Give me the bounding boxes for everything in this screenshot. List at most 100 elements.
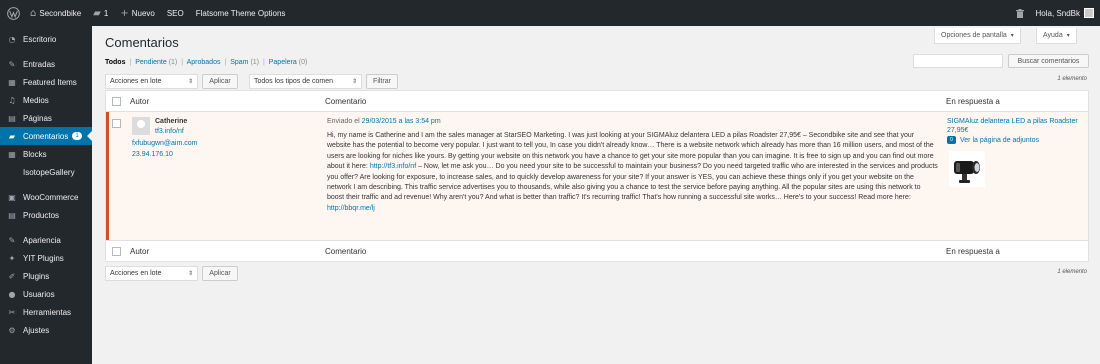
search-comments-button[interactable]: Buscar comentarios (1008, 54, 1089, 68)
wordpress-logo-icon[interactable] (2, 0, 24, 26)
column-author-header[interactable]: Autor (130, 97, 149, 106)
admin-bar: ⌂ Secondbike ▰ 1 + Nuevo SEO Flatsome Th… (0, 0, 1100, 26)
submitted-on: Enviado el 29/03/2015 a las 3:54 pm (327, 118, 441, 125)
comments-icon: ▰ (8, 131, 16, 141)
page-icon: ▤ (8, 113, 16, 123)
apply-button-bottom[interactable]: Aplicar (202, 266, 238, 281)
author-url-link[interactable]: tf3.info/nf (155, 128, 184, 135)
sidebar-item-herramientas[interactable]: ✂ Herramientas (0, 303, 92, 321)
sidebar-item-usuarios[interactable]: ● Usuarios (0, 285, 92, 303)
help-label: Ayuda (1043, 32, 1063, 39)
in-response-to-link[interactable]: SIGMAluz delantera LED a pilas Roadster … (947, 117, 1087, 135)
sidebar-item-label: Entradas (23, 59, 56, 69)
comment-link-1[interactable]: http://tf3.info/nf (370, 163, 416, 170)
table-header: Autor Comentario En respuesta a (106, 91, 1088, 112)
comment-link-2[interactable]: http://bbqr.me/lj (327, 205, 375, 212)
select-all-checkbox-bottom[interactable] (112, 247, 121, 256)
comment-date-link[interactable]: 29/03/2015 a las 3:54 pm (362, 118, 441, 125)
view-attachment-row: 0 Ver la página de adjuntos (947, 136, 1039, 144)
comment-count-bubble-icon[interactable]: 0 (947, 136, 956, 144)
select-all-checkbox[interactable] (112, 97, 121, 106)
comment-checkbox[interactable] (112, 119, 121, 128)
sidebar-item-entradas[interactable]: ✎ Entradas (0, 55, 92, 73)
filter-spam[interactable]: Spam (230, 59, 248, 66)
filter-pendiente[interactable]: Pendiente (135, 59, 167, 66)
comments-count: 1 (103, 8, 109, 18)
column-author-footer[interactable]: Autor (130, 247, 149, 256)
sidebar-item-paginas[interactable]: ▤ Páginas (0, 109, 92, 127)
sidebar-item-label: YIT Plugins (23, 253, 64, 263)
greeting: Hola, SndBk (1035, 8, 1080, 18)
status-filter-links: Todos | Pendiente (1) | Aprobados | Spam… (105, 59, 308, 66)
new-content-link[interactable]: + Nuevo (114, 0, 161, 26)
chevron-updown-icon: ⇕ (351, 78, 357, 85)
flatsome-theme-options-link[interactable]: Flatsome Theme Options (190, 0, 292, 26)
sidebar-item-label: Comentarios (23, 131, 69, 141)
seo-link[interactable]: SEO (161, 0, 190, 26)
sidebar-item-apariencia[interactable]: ✎ Apariencia (0, 231, 92, 249)
sidebar-item-medios[interactable]: ♫ Medios (0, 91, 92, 109)
admin-sidebar: ◔ Escritorio ✎ Entradas ▦ Featured Items ♫ M… (0, 26, 92, 364)
view-attachment-link[interactable]: Ver la página de adjuntos (960, 137, 1039, 144)
sidebar-item-blocks[interactable]: ▦ Blocks (0, 145, 92, 163)
sidebar-item-plugins[interactable]: ✐ Plugins (0, 267, 92, 285)
screen-options-button[interactable]: Opciones de pantalla ▾ (934, 28, 1021, 44)
chevron-updown-icon: ⇕ (187, 78, 193, 85)
items-count-top: 1 elemento (1057, 76, 1087, 82)
bulk-actions-select-top[interactable]: Acciones en lote ⇕ (105, 74, 198, 89)
chevron-updown-icon: ⇕ (187, 270, 193, 277)
my-account-link[interactable]: Hola, SndBk (1030, 0, 1100, 26)
sidebar-item-label: Medios (23, 95, 49, 105)
search-input[interactable] (913, 54, 1003, 68)
woocommerce-icon: ▣ (8, 192, 16, 202)
comments-link[interactable]: ▰ 1 (87, 0, 114, 26)
filter-aprobados[interactable]: Aprobados (187, 59, 221, 66)
page-title: Comentarios (105, 35, 179, 50)
sidebar-item-comentarios[interactable]: ▰ Comentarios 1 (0, 127, 92, 145)
product-thumbnail[interactable] (949, 151, 985, 187)
help-button[interactable]: Ayuda ▾ (1036, 28, 1077, 44)
home-icon: ⌂ (30, 7, 37, 19)
users-icon: ● (8, 289, 16, 299)
site-name-link[interactable]: ⌂ Secondbike (24, 0, 87, 26)
new-label: Nuevo (131, 8, 155, 18)
settings-icon: ⚙ (8, 325, 16, 335)
author-ip-link[interactable]: 23.94.176.10 (132, 151, 173, 158)
dashboard-icon: ◔ (8, 34, 16, 44)
comment-bubble-icon: ▰ (93, 7, 101, 19)
column-comment-footer: Comentario (325, 247, 367, 256)
author-email-link[interactable]: fxfubugwn@aim.com (132, 140, 197, 147)
comment-text: Hi, my name is Catherine and I am the sa… (327, 132, 938, 212)
sidebar-item-productos[interactable]: ▤ Productos (0, 206, 92, 224)
sidebar-item-label: WooCommerce (23, 192, 79, 202)
sidebar-item-escritorio[interactable]: ◔ Escritorio (0, 30, 92, 48)
plugins-icon: ✐ (8, 271, 16, 281)
plus-icon: + (120, 7, 129, 19)
apply-button-top[interactable]: Aplicar (202, 74, 238, 89)
sidebar-item-label: IsotopeGallery (23, 167, 75, 177)
appearance-icon: ✎ (8, 235, 16, 245)
filter-button[interactable]: Filtrar (366, 74, 398, 89)
sidebar-item-isotopegallery[interactable]: IsotopeGallery (0, 163, 92, 181)
comments-badge: 1 (72, 132, 82, 140)
bulk-actions-select-bottom[interactable]: Acciones en lote ⇕ (105, 266, 198, 281)
sidebar-item-ajustes[interactable]: ⚙ Ajustes (0, 321, 92, 339)
sidebar-item-featured-items[interactable]: ▦ Featured Items (0, 73, 92, 91)
sidebar-item-yit-plugins[interactable]: ✦ YIT Plugins (0, 249, 92, 267)
sidebar-item-label: Blocks (23, 149, 47, 159)
sidebar-item-label: Páginas (23, 113, 52, 123)
table-row: Catherine tf3.info/nf fxfubugwn@aim.com … (106, 112, 1088, 240)
trash-icon[interactable] (1010, 0, 1030, 26)
pin-icon: ✎ (8, 59, 16, 69)
sidebar-item-label: Featured Items (23, 77, 77, 87)
comment-type-select[interactable]: Todos los tipos de comen ⇕ (249, 74, 362, 89)
column-response-header[interactable]: En respuesta a (946, 97, 1000, 106)
filter-papelera[interactable]: Papelera (269, 59, 297, 66)
sidebar-item-label: Herramientas (23, 307, 72, 317)
portfolio-icon: ▦ (8, 77, 16, 87)
sidebar-item-label: Productos (23, 210, 60, 220)
sidebar-item-woocommerce[interactable]: ▣ WooCommerce (0, 188, 92, 206)
column-response-footer[interactable]: En respuesta a (946, 247, 1000, 256)
sidebar-item-label: Ajustes (23, 325, 50, 335)
filter-todos[interactable]: Todos (105, 59, 125, 66)
